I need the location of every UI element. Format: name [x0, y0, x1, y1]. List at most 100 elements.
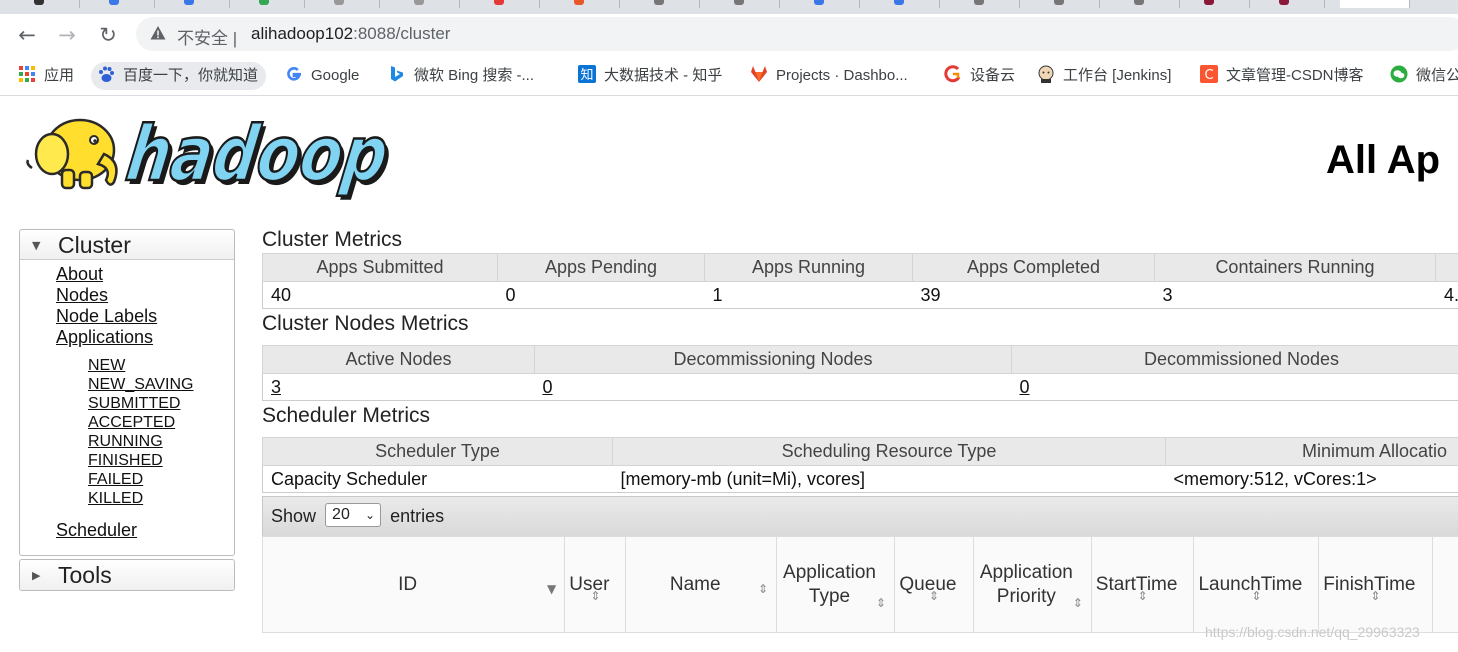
nav-link-state-finished[interactable]: FINISHED	[88, 451, 234, 470]
browser-tab[interactable]	[640, 0, 700, 8]
apps-pending-value: 0	[505, 284, 516, 305]
nav-link-state-failed[interactable]: FAILED	[88, 470, 234, 489]
main-content: Cluster Metrics Apps Submitted Apps Pend…	[261, 226, 1458, 633]
browser-tab-active[interactable]	[1340, 0, 1410, 8]
back-arrow-icon[interactable]: ←	[14, 22, 40, 48]
minimum-allocation-value: <memory:512, vCores:1>	[1173, 468, 1377, 489]
bookmark-baidu[interactable]: 百度一下，你就知道	[91, 62, 267, 90]
col-scheduling-resource-type: Scheduling Resource Type	[612, 437, 1166, 466]
bookmark-google[interactable]: Google	[285, 62, 359, 90]
col-truncated	[1431, 536, 1458, 633]
browser-tab[interactable]	[880, 0, 940, 8]
browser-tab-strip	[0, 0, 1458, 14]
browser-tab[interactable]	[1040, 0, 1100, 8]
bookmarks-bar: 应用 百度一下，你就知道 Google 微软 Bing 搜索 -... 知 大数…	[0, 56, 1458, 96]
bookmark-apps[interactable]: 应用	[18, 62, 74, 90]
hadoop-logo[interactable]: hadoop hadoop	[22, 108, 394, 200]
nav-link-node-labels[interactable]: Node Labels	[56, 306, 234, 327]
col-user[interactable]: User ⇕	[564, 536, 627, 633]
col-id[interactable]: ID ▼	[261, 536, 566, 633]
browser-tab[interactable]	[800, 0, 860, 8]
browser-tab[interactable]	[400, 0, 460, 8]
collapse-triangle-icon: ▼	[32, 239, 41, 252]
col-active-nodes: Active Nodes	[262, 345, 535, 374]
tools-nav-header[interactable]: ▶ Tools	[20, 560, 234, 590]
col-application-type[interactable]: Application Type ⇕	[776, 536, 895, 633]
apps-completed-value: 39	[920, 284, 941, 305]
nav-link-state-accepted[interactable]: ACCEPTED	[88, 413, 234, 432]
col-name[interactable]: Name ⇕	[625, 536, 778, 633]
tools-nav-section: ▶ Tools	[19, 559, 235, 591]
applications-table: ID ▼ User ⇕ Name ⇕ Application Type ⇕ Queue ⇕ …	[261, 536, 1458, 633]
apps-table-toolbar: Show 20 ⌄ entries	[262, 496, 1458, 537]
apps-submitted-value: 40	[271, 284, 292, 305]
nav-link-state-new[interactable]: NEW	[88, 356, 234, 375]
cluster-nav-section: ▼ Cluster About Nodes Node Labels Applica…	[19, 229, 235, 556]
browser-tab[interactable]	[1265, 0, 1325, 8]
nav-link-state-killed[interactable]: KILLED	[88, 489, 234, 508]
col-finish-time[interactable]: FinishTime ⇕	[1318, 536, 1433, 633]
browser-tab[interactable]	[95, 0, 155, 8]
reload-icon[interactable]: ↻	[95, 22, 121, 48]
col-apps-completed: Apps Completed	[912, 253, 1155, 282]
bookmark-bing[interactable]: 微软 Bing 搜索 -...	[388, 62, 534, 90]
entries-per-page-select[interactable]: 20 ⌄	[325, 503, 382, 528]
decommissioning-nodes-cell: 0	[535, 374, 1012, 401]
col-launch-time[interactable]: LaunchTime ⇕	[1193, 536, 1320, 633]
nav-link-state-new-saving[interactable]: NEW_SAVING	[88, 375, 234, 394]
baidu-icon	[99, 66, 114, 83]
browser-tab[interactable]	[1190, 0, 1250, 8]
browser-tab[interactable]	[20, 0, 80, 8]
col-name-label: Name	[669, 573, 721, 595]
sort-icon: ⇕	[1370, 589, 1381, 603]
active-nodes-link[interactable]: 3	[271, 377, 281, 397]
apps-running-value: 1	[712, 284, 723, 305]
gitlab-icon	[751, 66, 767, 83]
sort-icon: ⇕	[590, 589, 601, 603]
nav-link-state-submitted[interactable]: SUBMITTED	[88, 394, 234, 413]
not-secure-label[interactable]: 不安全 |	[177, 24, 237, 49]
browser-tab[interactable]	[170, 0, 230, 8]
decommissioned-nodes-link[interactable]: 0	[1020, 377, 1030, 397]
bookmark-jenkins[interactable]: 工作台 [Jenkins]	[1037, 62, 1171, 90]
url-text[interactable]: alihadoop102:8088/cluster	[251, 24, 450, 44]
nav-link-about[interactable]: About	[56, 264, 234, 285]
warning-triangle-icon[interactable]	[150, 25, 166, 41]
col-application-priority-label: Application	[979, 561, 1073, 583]
browser-tab[interactable]	[320, 0, 380, 8]
expand-triangle-icon: ▶	[32, 569, 41, 582]
col-queue[interactable]: Queue ⇕	[893, 536, 974, 633]
hadoop-elephant-icon	[26, 118, 118, 190]
nav-link-applications[interactable]: Applications	[56, 327, 234, 348]
browser-tab[interactable]	[960, 0, 1020, 8]
browser-tab[interactable]	[245, 0, 305, 8]
bookmark-csdn[interactable]: C 文章管理-CSDN博客	[1200, 62, 1364, 90]
scheduler-metrics-title: Scheduler Metrics	[262, 404, 431, 427]
nav-link-state-running[interactable]: RUNNING	[88, 432, 234, 451]
nav-link-nodes[interactable]: Nodes	[56, 285, 234, 306]
browser-tab[interactable]	[1120, 0, 1180, 8]
browser-tab[interactable]	[480, 0, 540, 8]
sort-icon: ⇕	[875, 596, 886, 610]
not-secure-text: 不安全	[177, 29, 228, 48]
bookmark-device-cloud[interactable]: 设备云	[944, 62, 1015, 90]
bookmark-wechat[interactable]: 微信公	[1390, 62, 1458, 90]
bookmark-zhihu[interactable]: 知 大数据技术 - 知乎	[578, 62, 722, 90]
nav-link-scheduler[interactable]: Scheduler	[56, 520, 234, 541]
page-viewport: hadoop hadoop All Ap ▼ Cluster About Node…	[0, 100, 1458, 652]
url-port-path: :8088/cluster	[353, 24, 451, 43]
bookmark-gitlab[interactable]: Projects · Dashbo...	[750, 62, 908, 90]
address-bar[interactable]: 不安全 | alihadoop102:8088/cluster	[136, 17, 1458, 51]
hadoop-wordmark: hadoop hadoop	[120, 109, 394, 200]
cluster-nav-header[interactable]: ▼ Cluster	[20, 230, 234, 260]
col-start-time[interactable]: StartTime ⇕	[1090, 536, 1195, 633]
cluster-metrics-title: Cluster Metrics	[262, 228, 403, 251]
col-application-priority[interactable]: Application Priority ⇕	[972, 536, 1092, 633]
forward-arrow-icon[interactable]: →	[54, 22, 80, 48]
bookmark-label: 设备云	[970, 67, 1016, 84]
wechat-icon	[1390, 65, 1408, 83]
browser-tab[interactable]	[560, 0, 620, 8]
svg-text:C: C	[1204, 68, 1213, 83]
decommissioning-nodes-link[interactable]: 0	[543, 377, 553, 397]
browser-tab[interactable]	[720, 0, 780, 8]
